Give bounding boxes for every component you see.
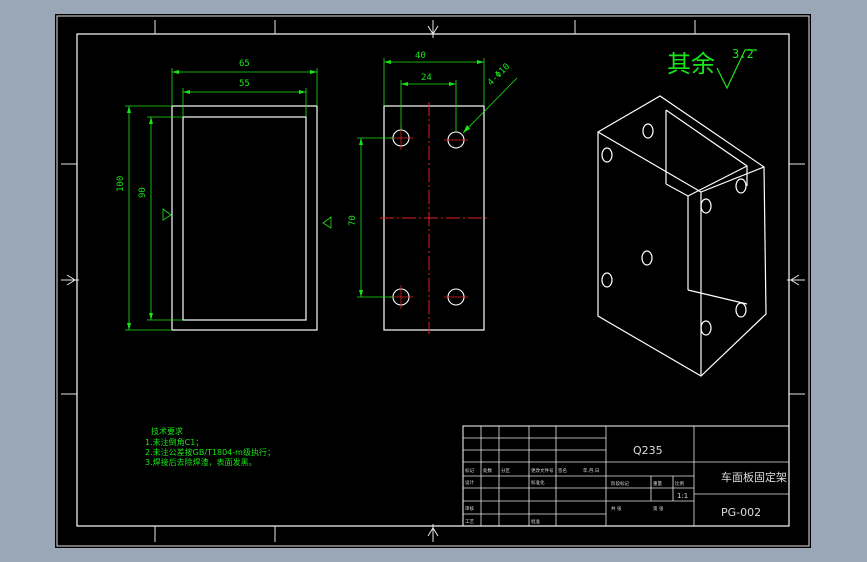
dim-side-width: 40 [415, 51, 426, 61]
roughness-value: 3.2 [732, 47, 754, 61]
tb-label-signature: 签名 [558, 467, 567, 474]
technical-requirements: 技术要求 1.未注倒角C1； 2.未注公差按GB/T1804-m级执行； 3.焊… [145, 426, 275, 467]
tb-label-mark: 标记 [465, 467, 474, 474]
tb-label-weight: 重量 [653, 480, 662, 487]
tb-label-count: 处数 [483, 467, 492, 474]
tb-label-design: 设计 [465, 479, 474, 486]
tb-label-scale: 比例 [675, 480, 684, 487]
front-view: 65 55 100 90 [116, 59, 332, 331]
cad-drawing: 其余 3.2 65 55 100 90 40 24 4-Φ10 70 技术要求 … [56, 15, 810, 547]
tech-notes-title: 技术要求 [151, 426, 183, 436]
drawing-sheet: 其余 3.2 65 55 100 90 40 24 4-Φ10 70 技术要求 … [55, 14, 811, 548]
tb-label-date: 年.月.日 [583, 467, 599, 474]
tb-label-stage-mark: 阶段标记 [611, 480, 629, 487]
dim-hole-spacing-h: 24 [421, 73, 432, 83]
dim-hole-spacing-v: 70 [348, 215, 358, 226]
material: Q235 [633, 444, 663, 457]
dim-inner-height: 90 [138, 187, 148, 198]
drawing-number: PG-002 [721, 506, 761, 519]
tech-note-line-1: 1.未注倒角C1； [145, 437, 203, 447]
surface-roughness-note: 其余 3.2 [667, 47, 757, 90]
tb-label-process: 工艺 [465, 519, 474, 525]
tb-label-total-sheets: 共 张 [611, 505, 622, 512]
roughness-label: 其余 [667, 50, 715, 78]
tb-label-standardization: 标准化 [531, 479, 545, 486]
side-view: 40 24 4-Φ10 70 [348, 51, 518, 334]
isometric-view [597, 95, 767, 377]
tech-note-line-3: 3.焊接后去除焊渣，表面发黑。 [145, 457, 257, 467]
dim-inner-width: 55 [239, 79, 250, 89]
scale-value: 1:1 [677, 492, 688, 500]
dim-outer-height: 100 [116, 176, 126, 192]
part-name: 车面板固定架 [721, 470, 787, 484]
tb-label-approve: 批准 [531, 518, 540, 525]
tb-label-sheet-no: 第 张 [653, 505, 664, 512]
front-inner-outline [182, 116, 307, 321]
dim-hole-diameter: 4-Φ10 [486, 62, 512, 88]
tb-label-zone: 分区 [501, 467, 510, 474]
tb-label-review: 审核 [465, 505, 474, 512]
dim-outer-width: 65 [239, 59, 250, 69]
tech-note-line-2: 2.未注公差按GB/T1804-m级执行； [145, 447, 275, 457]
tb-label-change-doc: 更改文件号 [531, 467, 554, 474]
title-block: Q235 车面板固定架 PG-002 1:1 标记 处数 分区 更改文件号 签名… [462, 425, 790, 527]
front-outer-outline [171, 105, 318, 331]
